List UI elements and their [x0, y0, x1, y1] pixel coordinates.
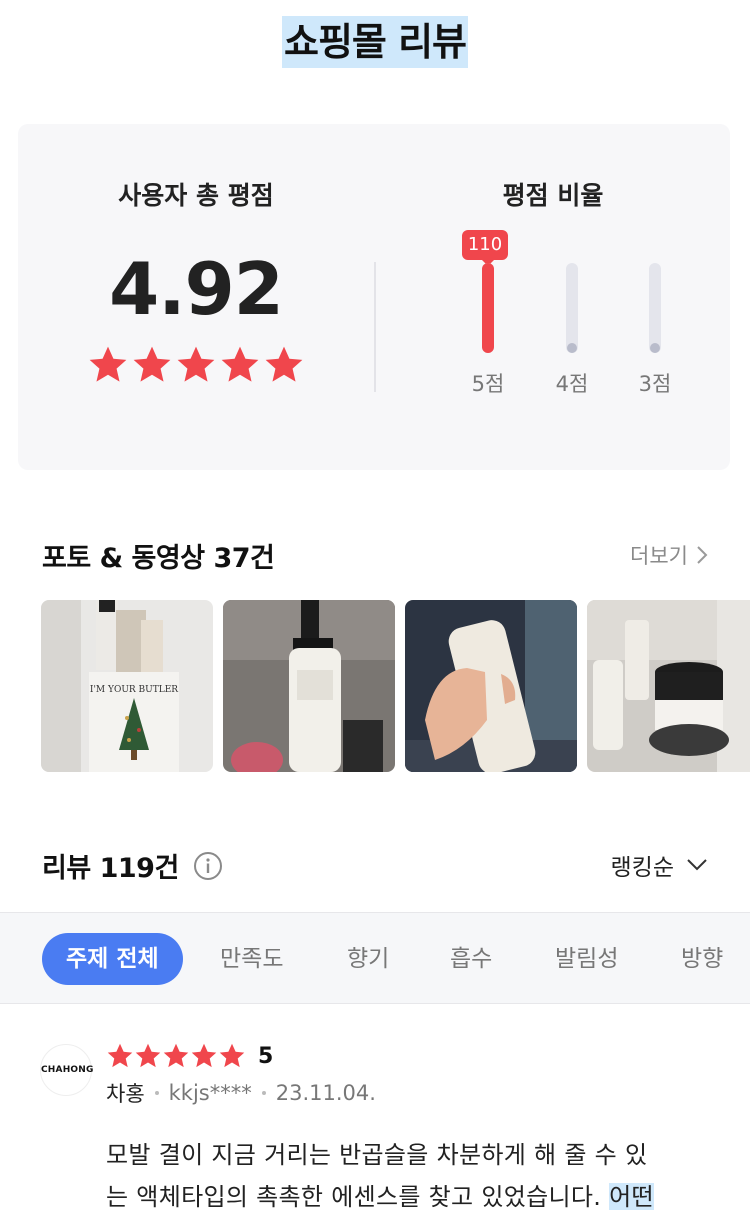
review-body-line: 모발 결이 지금 거리는 반곱슬을 차분하게 해 줄 수 있	[106, 1141, 648, 1169]
review-date: 23.11.04.	[275, 1081, 376, 1105]
page-title-wrap: 쇼핑몰 리뷰	[0, 16, 750, 68]
star-icon	[135, 1043, 161, 1068]
rating-bar-track	[482, 263, 494, 353]
filter-chip-satisfaction[interactable]: 만족도	[220, 933, 283, 985]
photo-strip[interactable]: I'M YOUR BUTLER	[41, 600, 750, 774]
rating-bar-track	[649, 263, 661, 353]
review-body: 모발 결이 지금 거리는 반곱슬을 차분하게 해 줄 수 있 는 액체타입의 촉…	[106, 1134, 716, 1210]
photo-section-title: 포토 & 동영상 37건	[42, 543, 275, 574]
star-icon	[219, 1043, 245, 1068]
sort-dropdown[interactable]: 랭킹순	[611, 848, 708, 882]
star-icon	[163, 1043, 189, 1068]
review-score: 5	[258, 1044, 274, 1069]
star-icon	[133, 346, 171, 382]
review-meta: 차홍 kkjs**** 23.11.04.	[106, 1078, 376, 1108]
jars-image	[587, 600, 750, 772]
review-user-id: kkjs****	[168, 1081, 252, 1105]
reviews-section-title: 리뷰 119건	[42, 853, 179, 884]
filter-chip-all[interactable]: 주제 전체	[42, 933, 183, 985]
filter-chip-scent[interactable]: 향기	[347, 933, 389, 985]
average-rating-label: 사용자 총 평점	[118, 181, 274, 210]
bottle-in-hand-image	[405, 600, 577, 772]
avatar: CHAHONG	[40, 1044, 93, 1096]
review-item: CHAHONG 5 차홍 kkjs**** 23.11.04. 모발 결이 지금…	[0, 1040, 750, 1210]
rating-bar-label: 3점	[638, 372, 672, 396]
rating-ratio-label: 평점 비율	[502, 181, 604, 210]
chevron-down-icon	[687, 859, 707, 871]
rating-bar-fill	[482, 263, 494, 353]
rating-bar-dot	[650, 343, 660, 353]
review-body-highlight: 어떤	[609, 1183, 654, 1210]
star-icon	[191, 1043, 217, 1068]
average-rating-block: 사용자 총 평점 4.92	[18, 124, 374, 470]
filter-chip-direction[interactable]: 방향	[681, 933, 723, 985]
photo-caption: I'M YOUR BUTLER	[90, 685, 178, 695]
rating-ratio-block: 평점 비율 110 5점 4점 3점	[376, 124, 730, 470]
review-photo-hand[interactable]	[405, 600, 577, 772]
review-author: 차홍	[106, 1082, 145, 1106]
butler-essence-image: I'M YOUR BUTLER	[41, 600, 213, 772]
page-title: 쇼핑몰 리뷰	[281, 16, 469, 68]
star-icon	[221, 346, 259, 382]
filter-chip-spreadability[interactable]: 발림성	[555, 933, 618, 985]
topic-filter-bar: 주제 전체 만족도 향기 흡수 발림성 방향	[0, 912, 750, 1004]
meta-separator	[154, 1091, 159, 1095]
star-icon	[107, 1043, 133, 1068]
review-photo-bottle[interactable]	[223, 600, 395, 772]
photo-more-link[interactable]: 더보기	[630, 540, 708, 570]
review-stars	[106, 1042, 246, 1070]
filter-chip-absorption[interactable]: 흡수	[450, 933, 492, 985]
review-body-text: 는 액체타입의 촉촉한 에센스를 찾고 있었습니다.	[106, 1183, 610, 1210]
review-body-line: 는 액체타입의 촉촉한 에센스를 찾고 있었습니다. 어떤	[106, 1176, 716, 1210]
review-photo-jars[interactable]	[587, 600, 750, 772]
rating-bar-label: 4점	[555, 372, 589, 396]
sort-dropdown-label: 랭킹순	[610, 855, 674, 881]
info-icon[interactable]	[193, 851, 223, 881]
meta-separator	[261, 1091, 266, 1095]
review-photo-butler[interactable]: I'M YOUR BUTLER	[41, 600, 213, 772]
star-icon	[265, 346, 303, 382]
rating-bar-label: 5점	[471, 372, 505, 396]
average-rating-stars	[18, 344, 374, 386]
star-icon	[177, 346, 215, 382]
rating-bar-dot	[567, 343, 577, 353]
average-rating-score: 4.92	[109, 247, 284, 331]
bottle-image	[223, 600, 395, 772]
star-icon	[89, 346, 127, 382]
rating-summary-card: 사용자 총 평점 4.92 평점 비율 110 5점 4점 3점	[18, 124, 730, 470]
rating-bar-track	[566, 263, 578, 353]
more-link-label: 더보기	[630, 544, 688, 568]
rating-bar-count-badge: 110	[462, 230, 508, 266]
chevron-right-icon	[697, 546, 708, 564]
